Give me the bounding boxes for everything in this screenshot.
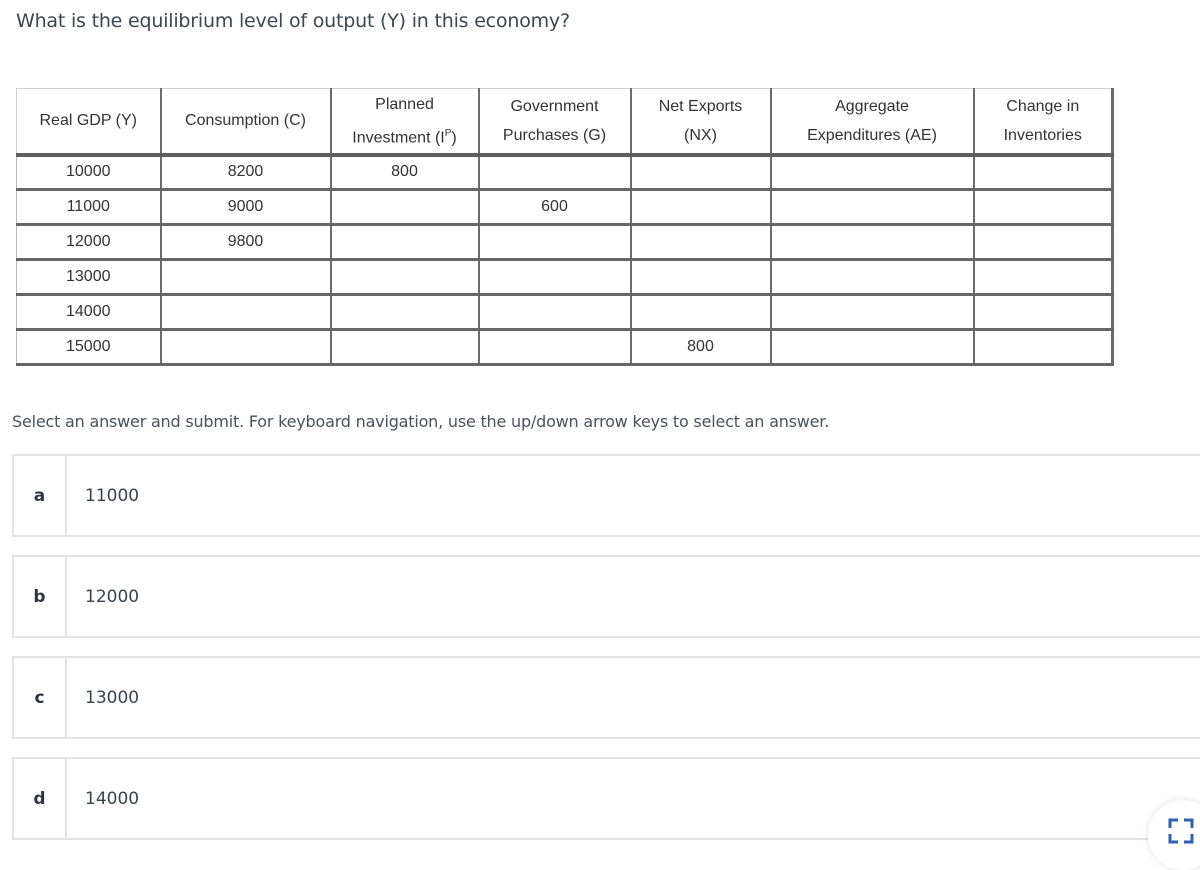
table-cell [769,328,975,366]
table-cell [629,153,772,191]
table-cell [972,223,1114,261]
header-aggregate-expenditures: Aggregate Expenditures (AE) [769,88,975,157]
table-cell [477,328,632,366]
table-cell [769,223,975,261]
table-cell [329,188,480,226]
answer-option-b[interactable]: b 12000 [12,555,1200,638]
table-cell [629,258,772,296]
table-row: 10000 8200 800 [16,153,1114,191]
header-change-in-inventories: Change in Inventories [972,88,1114,157]
table-cell: 600 [477,188,632,226]
table-cell [329,258,480,296]
option-letter: b [14,557,67,636]
table-row: 15000 800 [16,328,1114,366]
table-cell: 13000 [16,258,162,296]
table-cell: 8200 [159,153,332,191]
table-cell [159,293,332,331]
table-cell [972,153,1114,191]
table-row: 12000 9800 [16,223,1114,261]
table-cell: 800 [329,153,480,191]
table-cell [159,328,332,366]
answer-options: a 11000 b 12000 c 13000 d 14000 [12,454,1200,858]
header-planned-investment: Planned Investment (IP) [329,88,480,157]
answer-option-d[interactable]: d 14000 [12,757,1200,840]
option-value: 13000 [85,687,140,708]
expand-icon [1168,818,1194,844]
header-real-gdp: Real GDP (Y) [16,88,162,157]
header-net-exports: Net Exports (NX) [629,88,772,157]
table-cell: 800 [629,328,772,366]
table-cell [477,223,632,261]
option-letter: d [14,759,67,838]
table-cell [329,223,480,261]
option-value: 12000 [85,586,140,607]
table-row: 13000 [16,258,1114,296]
option-value: 14000 [85,788,140,809]
table-cell [972,258,1114,296]
table-cell: 9800 [159,223,332,261]
table-cell [769,293,975,331]
table-cell: 10000 [16,153,162,191]
table-header-row: Real GDP (Y) Consumption (C) Planned Inve… [16,88,1114,157]
table-cell [329,293,480,331]
table-cell: 9000 [159,188,332,226]
table-cell [769,188,975,226]
table-cell [329,328,480,366]
table-row: 11000 9000 600 [16,188,1114,226]
answer-option-c[interactable]: c 13000 [12,656,1200,739]
table-cell [629,223,772,261]
answer-option-a[interactable]: a 11000 [12,454,1200,537]
table-cell [477,153,632,191]
question-text: What is the equilibrium level of output … [16,10,570,32]
option-letter: a [14,456,67,535]
table-cell [972,328,1114,366]
table-cell [769,258,975,296]
table-cell: 12000 [16,223,162,261]
table-cell: 11000 [16,188,162,226]
table-cell [972,293,1114,331]
table-cell [477,293,632,331]
table-cell [477,258,632,296]
option-value: 11000 [85,485,140,506]
instructions-text: Select an answer and submit. For keyboar… [12,412,830,431]
option-letter: c [14,658,67,737]
table-cell [629,293,772,331]
economy-data-table: Real GDP (Y) Consumption (C) Planned Inve… [16,88,1114,366]
header-consumption: Consumption (C) [159,88,332,157]
table-cell [769,153,975,191]
table-cell [629,188,772,226]
header-government-purchases: Government Purchases (G) [477,88,632,157]
table-cell: 15000 [16,328,162,366]
table-cell [159,258,332,296]
table-cell: 14000 [16,293,162,331]
table-cell [972,188,1114,226]
table-row: 14000 [16,293,1114,331]
